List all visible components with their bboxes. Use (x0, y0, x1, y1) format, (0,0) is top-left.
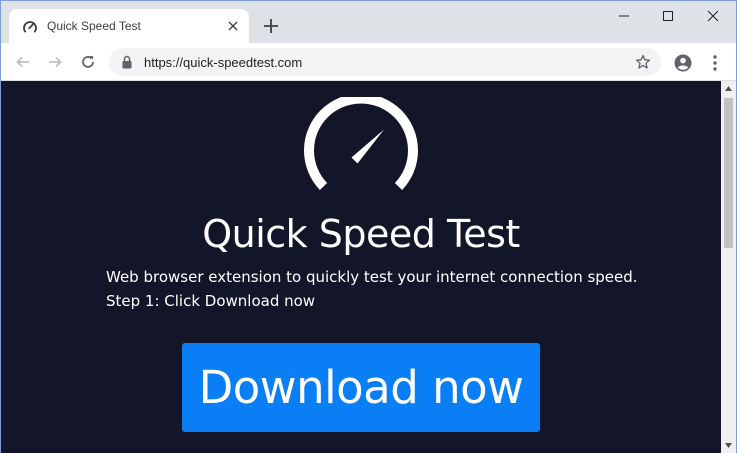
download-now-button[interactable]: Download now (182, 343, 540, 432)
minimize-icon (619, 15, 629, 17)
chevron-up-icon (725, 86, 732, 91)
browser-window: Quick Speed Test https://quick-speedtest… (0, 0, 737, 453)
speedometer-icon (23, 21, 37, 33)
arrow-left-icon (16, 56, 29, 68)
speedometer-icon (304, 97, 418, 190)
tab-close-icon[interactable] (225, 18, 241, 34)
vertical-scrollbar[interactable] (721, 81, 736, 453)
browser-toolbar: https://quick-speedtest.com (1, 43, 736, 81)
url-text[interactable]: https://quick-speedtest.com (144, 55, 302, 70)
kebab-menu-icon[interactable] (709, 53, 721, 73)
scrollbar-thumb[interactable] (724, 98, 733, 248)
forward-button[interactable] (45, 52, 65, 72)
page-title: Quick Speed Test (202, 212, 520, 256)
star-icon[interactable] (635, 54, 651, 70)
lock-icon[interactable] (121, 55, 133, 69)
account-icon[interactable] (673, 53, 693, 73)
new-tab-plus-icon[interactable] (262, 17, 280, 35)
scroll-down-button[interactable] (721, 438, 736, 453)
arrow-right-icon (49, 56, 62, 68)
maximize-button[interactable] (646, 1, 690, 31)
address-bar[interactable]: https://quick-speedtest.com (109, 48, 661, 76)
tab-quick-speed-test[interactable]: Quick Speed Test (9, 9, 249, 43)
chevron-down-icon (725, 443, 732, 448)
scroll-up-button[interactable] (721, 81, 736, 96)
tab-title: Quick Speed Test (47, 19, 141, 33)
maximize-icon (663, 11, 673, 21)
page-viewport: Quick Speed Test Web browser extension t… (1, 81, 721, 453)
minimize-button[interactable] (602, 1, 646, 31)
reload-icon (82, 55, 94, 68)
page-description: Web browser extension to quickly test yo… (106, 268, 638, 286)
reload-button[interactable] (78, 52, 98, 72)
back-button[interactable] (13, 52, 33, 72)
step-instruction: Step 1: Click Download now (106, 292, 316, 310)
tab-strip: Quick Speed Test (1, 1, 736, 43)
window-close-button[interactable] (691, 1, 735, 31)
close-icon (707, 10, 719, 22)
